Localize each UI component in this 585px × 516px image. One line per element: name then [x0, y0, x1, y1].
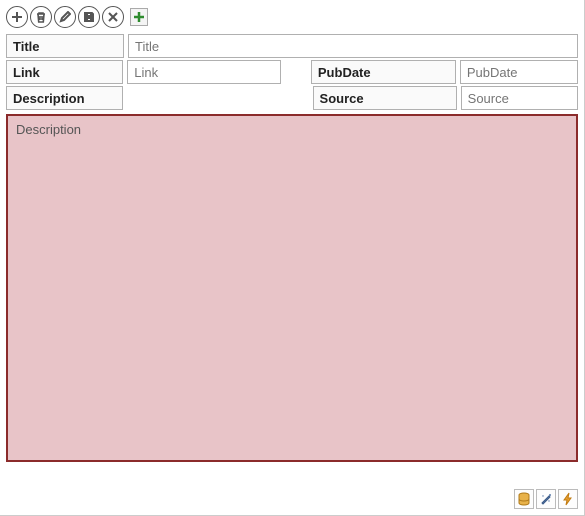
source-input-cell — [461, 86, 578, 110]
pencil-icon — [59, 11, 71, 23]
source-input[interactable] — [462, 87, 577, 109]
toolbar — [6, 6, 578, 28]
plus-green-icon — [133, 11, 145, 23]
footer-toolbar — [514, 489, 578, 509]
database-button[interactable] — [514, 489, 534, 509]
description-label: Description — [6, 86, 123, 110]
spacer — [285, 60, 307, 84]
edit-button[interactable] — [54, 6, 76, 28]
row-link-pubdate: Link PubDate — [6, 60, 578, 84]
close-icon — [107, 11, 119, 23]
editor-panel: Title Link PubDate Description Source — [0, 0, 585, 516]
spacer — [127, 86, 309, 110]
pubdate-input-cell — [460, 60, 578, 84]
link-input[interactable] — [128, 61, 280, 83]
save-icon — [83, 11, 95, 23]
title-input[interactable] — [129, 35, 577, 57]
link-input-cell — [127, 60, 281, 84]
trash-icon — [35, 11, 47, 23]
delete-button[interactable] — [30, 6, 52, 28]
save-button[interactable] — [78, 6, 100, 28]
source-label: Source — [313, 86, 457, 110]
description-textarea[interactable] — [8, 116, 576, 460]
bolt-button[interactable] — [558, 489, 578, 509]
new-button[interactable] — [130, 8, 148, 26]
bolt-icon — [561, 492, 575, 506]
pubdate-label: PubDate — [311, 60, 456, 84]
close-button[interactable] — [102, 6, 124, 28]
wand-button[interactable] — [536, 489, 556, 509]
database-icon — [517, 492, 531, 506]
description-area — [6, 114, 578, 462]
row-title: Title — [6, 34, 578, 58]
title-input-cell — [128, 34, 578, 58]
wand-icon — [539, 492, 553, 506]
plus-icon — [11, 11, 23, 23]
row-description-source: Description Source — [6, 86, 578, 110]
pubdate-input[interactable] — [461, 61, 577, 83]
link-label: Link — [6, 60, 123, 84]
add-button[interactable] — [6, 6, 28, 28]
title-label: Title — [6, 34, 124, 58]
